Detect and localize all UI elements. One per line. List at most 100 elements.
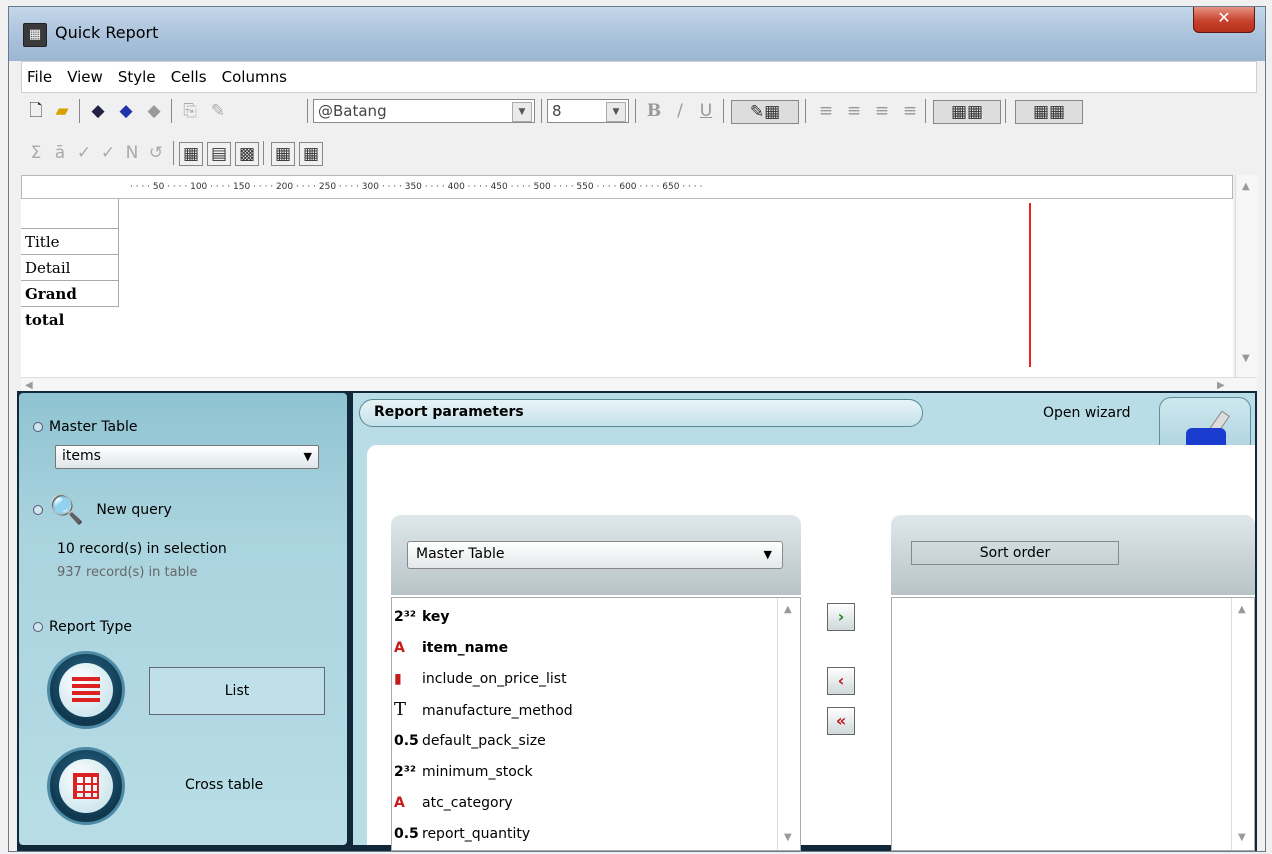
align-justify-icon[interactable]: ≡ [899, 100, 921, 122]
insert-column-icon[interactable]: ▦ [179, 142, 203, 166]
remove-field-button[interactable]: ‹ [827, 667, 855, 695]
average-icon[interactable]: ā [49, 142, 71, 164]
font-family-select[interactable]: @Batang ▼ [313, 99, 535, 123]
close-button[interactable]: ✕ [1193, 7, 1255, 33]
max-icon[interactable]: ✓ [97, 142, 119, 164]
list-type-label[interactable]: List [149, 667, 325, 715]
formula-icon[interactable]: ↺ [145, 142, 167, 164]
save-as-disk-icon[interactable]: ◆ [115, 100, 137, 122]
scroll-down-icon[interactable]: ▼ [1242, 353, 1250, 364]
edit-pencil-icon[interactable]: ✎ [207, 100, 229, 122]
toolbar-separator [723, 99, 724, 123]
menu-view[interactable]: View [62, 62, 108, 92]
new-query-link[interactable]: 🔍 New query [33, 493, 172, 526]
font-size-select[interactable]: 8 ▼ [547, 99, 629, 123]
field-item-key[interactable]: 2³² key [392, 602, 772, 632]
sort-order-list[interactable]: ▲ ▼ [891, 597, 1255, 851]
editor-vertical-scrollbar[interactable]: ▲ ▼ [1235, 175, 1258, 377]
remove-all-fields-button[interactable]: « [827, 707, 855, 735]
bold-icon[interactable]: B [643, 100, 665, 122]
field-item-report_quantity[interactable]: 0.5 report_quantity [392, 819, 772, 849]
scroll-up-icon[interactable]: ▲ [1238, 604, 1246, 615]
grid-icon[interactable]: ▩ [235, 142, 259, 166]
text-icon: A [394, 795, 405, 811]
scroll-right-icon[interactable]: ▶ [1217, 380, 1225, 391]
italic-icon[interactable]: / [669, 100, 691, 122]
scroll-up-icon[interactable]: ▲ [1242, 181, 1250, 192]
report-parameters-tab[interactable]: Report parameters [359, 399, 923, 427]
field-item-item_name[interactable]: Aitem_name [392, 633, 772, 663]
field-item-atc_category[interactable]: Aatc_category [392, 788, 772, 818]
toolbar-separator [541, 99, 542, 123]
section-title[interactable]: Title [21, 229, 119, 255]
section-detail[interactable]: Detail [21, 255, 119, 281]
preview-icon[interactable]: ⎘ [179, 100, 201, 122]
field-list-scrollbar[interactable]: ▲ ▼ [777, 598, 800, 850]
section-grand-total[interactable]: Grand total [21, 281, 119, 329]
menu-cells[interactable]: Cells [166, 62, 212, 92]
field-list[interactable]: ▲ ▼ 2³² key Aitem_name ▮ include_on_price_li… [391, 597, 801, 851]
report-editor[interactable]: Title Detail Grand total [21, 199, 1233, 377]
master-table-select[interactable]: items ▼ [55, 445, 319, 469]
new-document-icon[interactable]: 🗋 [25, 100, 47, 122]
merge-cells-icon[interactable]: ▦ [271, 142, 295, 166]
chevron-down-icon[interactable]: ▼ [606, 102, 626, 122]
chevron-down-icon[interactable]: ▼ [512, 102, 532, 122]
text-block-icon: T [394, 699, 407, 720]
open-folder-icon[interactable]: ▰ [51, 100, 73, 122]
menu-file[interactable]: File [22, 62, 57, 92]
sum-icon[interactable]: Σ [25, 142, 47, 164]
field-source-select[interactable]: Master Table ▼ [407, 541, 783, 569]
split-cells-icon[interactable]: ▦ [299, 142, 323, 166]
field-item-minimum_stock[interactable]: 2³² minimum_stock [392, 757, 772, 787]
save-disk-icon[interactable]: ◆ [87, 100, 109, 122]
title-bar[interactable]: ▦ Quick Report ✕ [9, 7, 1265, 61]
align-left-icon[interactable]: ≡ [815, 100, 837, 122]
toolbar-separator [171, 99, 172, 123]
scroll-left-icon[interactable]: ◀ [25, 380, 33, 391]
field-name: atc_category [422, 795, 513, 811]
menu-style[interactable]: Style [113, 62, 161, 92]
print-icon[interactable]: ◆ [143, 100, 165, 122]
field-name: include_on_price_list [422, 671, 567, 687]
scroll-up-icon[interactable]: ▲ [784, 604, 792, 615]
toolbar-separator [1005, 99, 1006, 123]
ruler-marks: · · · · 50 · · · · 100 · · · · 150 · · ·… [130, 182, 703, 192]
sort-list-scrollbar[interactable]: ▲ ▼ [1231, 598, 1254, 850]
field-name: manufacture_method [422, 703, 573, 719]
align-right-icon[interactable]: ≡ [871, 100, 893, 122]
cells-toolbar: Σ ā ✓ ✓ N ↺ ▦ ▤ ▩ ▦ ▦ [21, 135, 441, 169]
align-center-icon[interactable]: ≡ [843, 100, 865, 122]
add-field-button[interactable]: › [827, 603, 855, 631]
cross-table-button[interactable] [47, 747, 125, 825]
count-icon[interactable]: N [121, 142, 143, 164]
toolbar-separator [173, 141, 174, 165]
parameters-content: Master Table ▼ ▲ ▼ 2³² key Aitem_name ▮ incl… [367, 445, 1255, 851]
list-lines-icon [72, 677, 100, 705]
scroll-down-icon[interactable]: ▼ [1238, 832, 1246, 843]
quick-report-window: ▦ Quick Report ✕ File View Style Cells C… [8, 6, 1266, 852]
page-width-marker [1029, 203, 1031, 367]
left-settings-panel: Master Table items ▼ 🔍 New query 10 reco… [19, 393, 347, 845]
list-report-button[interactable] [47, 651, 125, 729]
min-icon[interactable]: ✓ [73, 142, 95, 164]
field-item-default_pack_size[interactable]: 0.5 default_pack_size [392, 726, 772, 756]
underline-icon[interactable]: U [695, 100, 717, 122]
bullet-icon [33, 504, 43, 515]
menu-columns[interactable]: Columns [217, 62, 292, 92]
bullet-icon [33, 422, 43, 432]
fill-color-icon[interactable]: ▦▦ [933, 100, 1001, 124]
text-color-icon[interactable]: ✎▦ [731, 100, 799, 124]
chevron-down-icon: ▼ [303, 450, 312, 463]
toolbar-separator [79, 99, 80, 123]
border-color-icon[interactable]: ▦▦ [1015, 100, 1083, 124]
cross-table-label[interactable]: Cross table [185, 777, 263, 793]
bullet-icon [33, 622, 43, 632]
field-item-manufacture_method[interactable]: Tmanufacture_method [392, 695, 772, 725]
master-table-label: Master Table [33, 419, 137, 435]
field-name: report_quantity [422, 826, 531, 842]
insert-row-icon[interactable]: ▤ [207, 142, 231, 166]
chevron-down-icon: ▼ [763, 548, 772, 561]
field-item-include_on_price_list[interactable]: ▮ include_on_price_list [392, 664, 772, 694]
scroll-down-icon[interactable]: ▼ [784, 832, 792, 843]
